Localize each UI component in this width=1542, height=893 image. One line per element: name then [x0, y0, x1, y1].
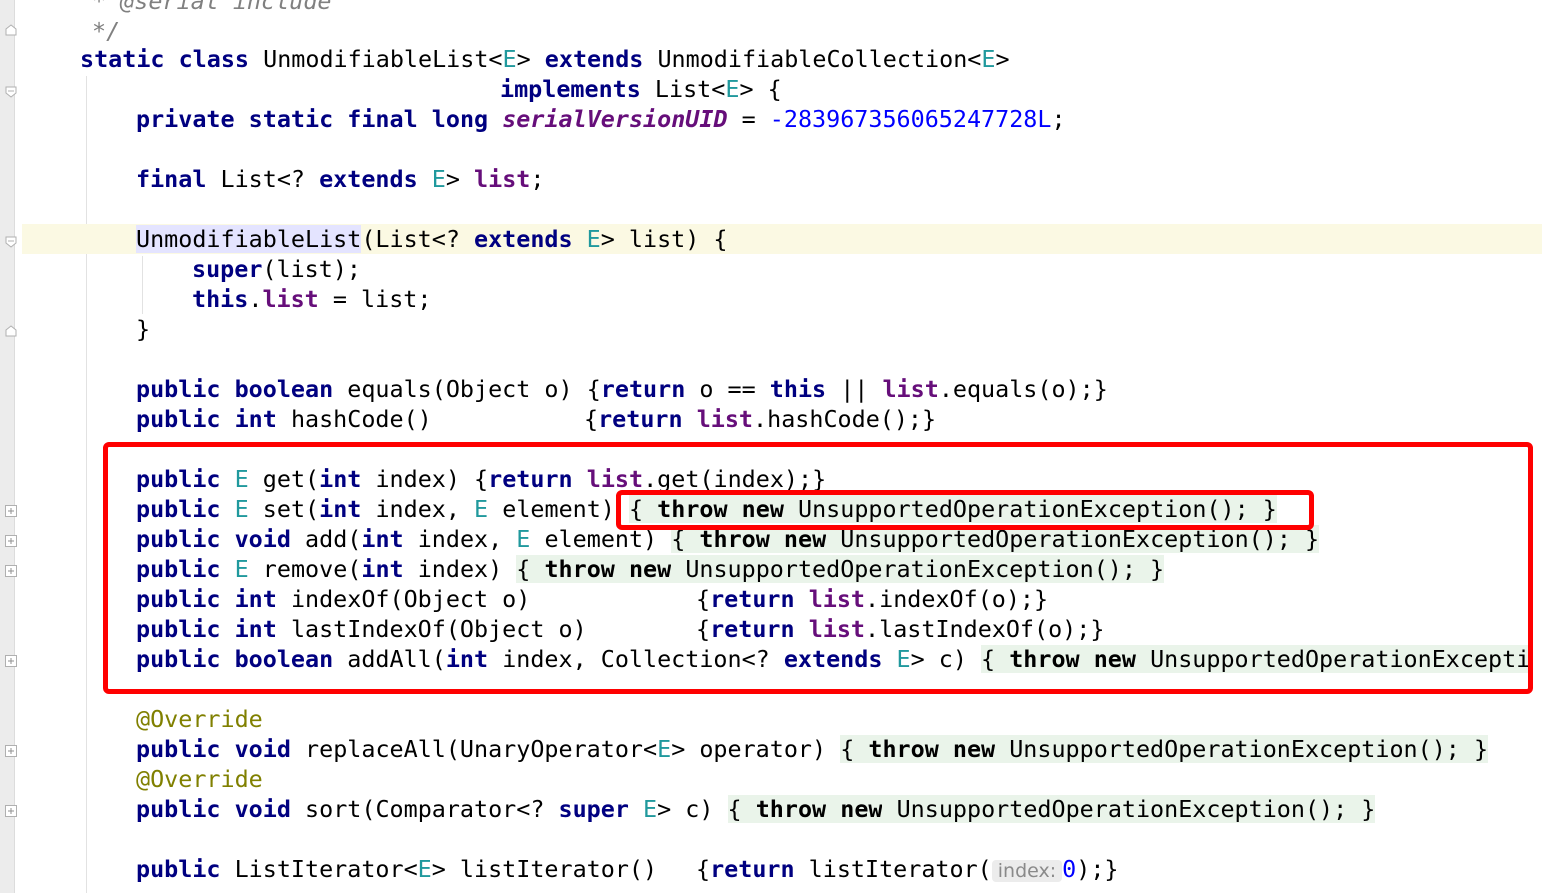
code-line-comment-end: */ — [92, 17, 121, 45]
code-line-override-annotation: @Override — [136, 705, 263, 733]
fold-expand-icon[interactable] — [5, 535, 17, 547]
fold-expand-icon[interactable] — [5, 565, 17, 577]
code-line-listiterator-body: {return listIterator(index: 0);} — [696, 855, 1119, 883]
editor-gutter — [0, 0, 15, 893]
indent-guide — [86, 76, 87, 893]
fold-expand-icon[interactable] — [5, 505, 17, 517]
code-line-super-call: super(list); — [192, 255, 361, 283]
code-line-comment: * @serial include — [92, 0, 332, 15]
code-line-equals: public boolean equals(Object o) {return … — [136, 375, 1108, 403]
code-line-field-list: final List<? extends E> list; — [136, 165, 545, 193]
indent-guide — [142, 256, 143, 314]
fold-expand-icon[interactable] — [5, 805, 17, 817]
fold-end-icon[interactable] — [5, 325, 17, 337]
code-line-hashcode-body: {return list.hashCode();} — [584, 405, 937, 433]
code-line-sort: public void sort(Comparator<? super E> c… — [136, 795, 1376, 823]
code-line-listiterator: public ListIterator<E> listIterator() — [136, 855, 658, 883]
code-line-this-assign: this.list = list; — [192, 285, 432, 313]
code-line-class-declaration: static class UnmodifiableList<E> extends… — [80, 45, 1010, 73]
fold-start-icon[interactable] — [5, 236, 17, 248]
fold-start-icon[interactable] — [5, 86, 17, 98]
fold-end-icon[interactable] — [5, 24, 17, 36]
code-line-constructor: UnmodifiableList(List<? extends E> list)… — [136, 225, 728, 253]
highlight-box-large — [103, 442, 1533, 694]
highlight-box-set-body — [616, 490, 1314, 530]
fold-expand-icon[interactable] — [5, 745, 17, 757]
fold-expand-icon[interactable] — [5, 655, 17, 667]
code-line-serial-version: private static final long serialVersionU… — [136, 105, 1066, 133]
code-line-hashcode: public int hashCode() — [136, 405, 432, 433]
code-line-implements: implements List<E> { — [500, 75, 782, 103]
code-line-override-annotation: @Override — [136, 765, 263, 793]
code-line-replaceall: public void replaceAll(UnaryOperator<E> … — [136, 735, 1489, 763]
code-line-close-brace: } — [136, 315, 151, 343]
parameter-hint: index: — [991, 860, 1063, 882]
